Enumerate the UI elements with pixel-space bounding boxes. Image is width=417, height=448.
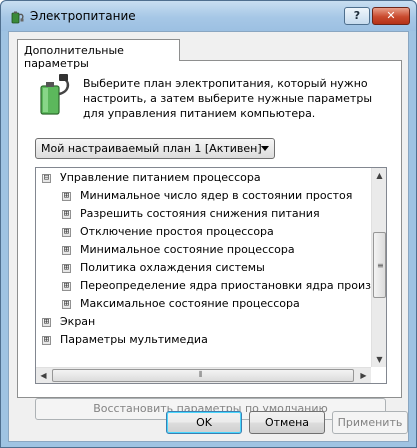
tree-row-label: Минимальное число ядер в состоянии прост…: [80, 189, 353, 202]
collapse-icon[interactable]: ⊟: [42, 174, 51, 183]
dialog-client-area: Дополнительные параметры Выберите план э…: [8, 31, 409, 442]
expand-icon[interactable]: ⊞: [62, 246, 71, 255]
tree-row[interactable]: ⊞ Максимальное состояние процессора: [36, 295, 371, 313]
expand-icon[interactable]: ⊞: [42, 336, 51, 345]
grip-icon: ⦀: [199, 370, 203, 379]
power-plan-select[interactable]: Мой настраиваемый план 1 [Активен]: [35, 138, 275, 159]
vertical-scroll-thumb[interactable]: ≡: [373, 232, 386, 298]
tree-row[interactable]: ⊞ Экран: [36, 313, 371, 331]
power-options-window: Электропитание ? ✕ Дополнительные параме…: [0, 0, 417, 448]
tree-row[interactable]: ⊞ Разрешить состояния снижения питания: [36, 205, 371, 223]
cancel-button[interactable]: Отмена: [249, 411, 325, 434]
expand-icon[interactable]: ⊞: [62, 192, 71, 201]
power-options-icon: [11, 11, 24, 24]
title-bar[interactable]: Электропитание ? ✕: [1, 1, 416, 31]
vertical-scrollbar[interactable]: ▲ ≡ ▼: [371, 168, 386, 367]
expand-icon[interactable]: ⊞: [62, 210, 71, 219]
tree-row[interactable]: ⊞ Параметры мультимедиа: [36, 331, 371, 349]
expand-icon[interactable]: ⊞: [62, 300, 71, 309]
window-title: Электропитание: [30, 9, 136, 23]
scroll-up-icon[interactable]: ▲: [372, 168, 386, 183]
apply-button[interactable]: Применить: [332, 411, 408, 434]
help-button[interactable]: ?: [344, 7, 370, 25]
tree-row[interactable]: ⊞ Отключение простоя процессора: [36, 223, 371, 241]
tree-row-label: Отключение простоя процессора: [80, 225, 274, 238]
grip-icon: ≡: [377, 261, 384, 270]
chevron-down-icon: [261, 146, 269, 151]
expand-icon[interactable]: ⊞: [62, 228, 71, 237]
battery-plug-icon: [40, 74, 70, 115]
description-text: Выберите план электропитания, который ну…: [83, 77, 373, 120]
tree-row-label: Переопределение ядра приостановки ядра п…: [80, 279, 371, 292]
expand-icon[interactable]: ⊞: [42, 318, 51, 327]
settings-tree[interactable]: ⊟ Управление питанием процессора ⊞ Миним…: [35, 167, 387, 384]
horizontal-scroll-thumb[interactable]: ⦀: [52, 369, 354, 382]
ok-button[interactable]: OK: [166, 411, 242, 434]
tree-row-label: Политика охлаждения системы: [80, 261, 265, 274]
expand-icon[interactable]: ⊞: [62, 282, 71, 291]
tree-row[interactable]: ⊞ Минимальное число ядер в состоянии про…: [36, 187, 371, 205]
tree-row[interactable]: ⊞ Политика охлаждения системы: [36, 259, 371, 277]
tree-row-label: Параметры мультимедиа: [60, 333, 208, 346]
power-plan-value: Мой настраиваемый план 1 [Активен]: [41, 142, 262, 155]
tree-row-label: Минимальное состояние процессора: [80, 243, 295, 256]
expand-icon[interactable]: ⊞: [62, 264, 71, 273]
close-button[interactable]: ✕: [372, 7, 410, 25]
horizontal-scrollbar[interactable]: ◀ ⦀ ▶: [36, 367, 371, 383]
tree-row[interactable]: ⊟ Управление питанием процессора: [36, 169, 371, 187]
tree-row-label: Максимальное состояние процессора: [80, 297, 300, 310]
tree-row-label: Управление питанием процессора: [60, 171, 261, 184]
scroll-left-icon[interactable]: ◀: [36, 368, 51, 383]
scroll-down-icon[interactable]: ▼: [372, 352, 386, 367]
scroll-right-icon[interactable]: ▶: [356, 368, 371, 383]
tree-row-label: Разрешить состояния снижения питания: [80, 207, 320, 220]
tree-row[interactable]: ⊞ Переопределение ядра приостановки ядра…: [36, 277, 371, 295]
tree-row-label: Экран: [60, 315, 96, 328]
tree-viewport: ⊟ Управление питанием процессора ⊞ Миним…: [36, 168, 371, 367]
tab-advanced-settings[interactable]: Дополнительные параметры: [17, 39, 180, 70]
tree-row[interactable]: ⊞ Минимальное состояние процессора: [36, 241, 371, 259]
